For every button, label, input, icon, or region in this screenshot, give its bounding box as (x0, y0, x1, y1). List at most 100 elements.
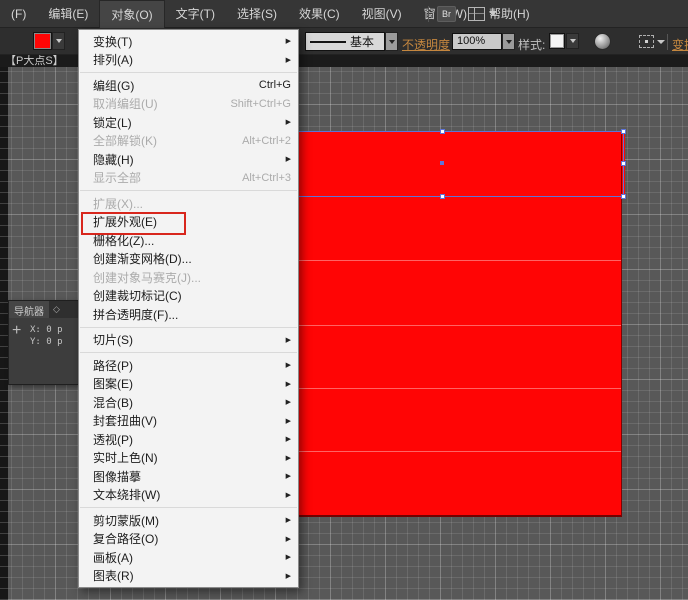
illustrator-window: (F) 编辑(E) 对象(O) 文字(T) 选择(S) 效果(C) 视图(V) … (0, 0, 688, 600)
document-setup-globe-icon[interactable] (594, 33, 611, 50)
menu-item[interactable]: 复合路径(O)▶ (79, 530, 298, 549)
style-swatch[interactable] (549, 33, 565, 49)
menu-item-label: 封套扭曲(V) (93, 412, 286, 429)
menu-item[interactable]: 图表(R)▶ (79, 567, 298, 586)
menu-item[interactable]: 剪切蒙版(M)▶ (79, 511, 298, 530)
bar-divider-line (296, 325, 621, 326)
menu-item[interactable]: 实时上色(N)▶ (79, 449, 298, 468)
selection-center-point[interactable] (440, 161, 444, 165)
document-tab[interactable]: 【P大点S】 (5, 55, 77, 67)
workspace-layout-icon[interactable] (468, 7, 485, 21)
menu-item[interactable]: 栅格化(Z)... (79, 231, 298, 250)
menu-item-label: 路径(P) (93, 357, 286, 374)
menu-item[interactable]: 画板(A)▶ (79, 548, 298, 567)
select-similar-caret-icon[interactable] (657, 40, 665, 44)
info-panel-body: + X: 0 p Y: 0 p (9, 318, 78, 384)
menu-item-label: 创建裁切标记(C) (93, 287, 291, 304)
menu-item-label: 图像描摹 (93, 468, 286, 485)
submenu-arrow-icon: ▶ (286, 553, 291, 561)
menu-item-label: 拼合透明度(F)... (93, 306, 291, 323)
menu-item[interactable]: 图案(E)▶ (79, 375, 298, 394)
menu-item-label: 变换(T) (93, 33, 286, 50)
selection-handle-bottom-center[interactable] (440, 194, 445, 199)
submenu-arrow-icon: ▶ (286, 380, 291, 388)
fill-color-dropdown[interactable] (52, 32, 65, 50)
left-edge-strip (0, 67, 8, 600)
brush-definition-label: 基本 (350, 33, 374, 50)
menu-separator (80, 507, 297, 508)
navigator-panel-header: 导航器 ◇ (9, 301, 78, 318)
transform-link[interactable]: 变换 (672, 36, 688, 53)
submenu-arrow-icon: ▶ (286, 336, 291, 344)
menu-item[interactable]: 文本绕排(W)▶ (79, 486, 298, 505)
selection-bottom-edge (296, 196, 625, 197)
panel-tab-icon[interactable]: ◇ (53, 304, 60, 315)
menubar: (F) 编辑(E) 对象(O) 文字(T) 选择(S) 效果(C) 视图(V) … (0, 0, 688, 28)
menu-item[interactable]: 排列(A)▶ (79, 51, 298, 70)
menu-item[interactable]: 封套扭曲(V)▶ (79, 412, 298, 431)
menu-item[interactable]: 路径(P)▶ (79, 356, 298, 375)
selection-handle-top-right[interactable] (621, 129, 626, 134)
menu-file[interactable]: (F) (0, 2, 37, 26)
menu-separator (80, 72, 297, 73)
menu-item[interactable]: 隐藏(H)▶ (79, 150, 298, 169)
opacity-dropdown-button[interactable] (502, 33, 515, 50)
select-similar-icon[interactable] (639, 35, 654, 48)
selection-handle-mid-right[interactable] (621, 161, 626, 166)
menu-view[interactable]: 视图(V) (351, 0, 413, 27)
menu-separator (80, 352, 297, 353)
menu-item-label: 实时上色(N) (93, 449, 286, 466)
submenu-arrow-icon: ▶ (286, 516, 291, 524)
menu-item[interactable]: 透视(P)▶ (79, 430, 298, 449)
caret-down-icon (389, 40, 395, 44)
selection-handle-top-center[interactable] (440, 129, 445, 134)
menu-item-label: 画板(A) (93, 549, 286, 566)
submenu-arrow-icon: ▶ (286, 472, 291, 480)
navigator-panel: 导航器 ◇ + X: 0 p Y: 0 p (8, 300, 79, 385)
menu-item-label: 文本绕排(W) (93, 486, 286, 503)
menu-item[interactable]: 图像描摹▶ (79, 467, 298, 486)
menu-item-label: 隐藏(H) (93, 151, 286, 168)
menu-item[interactable]: 创建渐变网格(D)... (79, 250, 298, 269)
opacity-value-field[interactable]: 100% (452, 33, 502, 50)
red-rectangle-artwork[interactable] (296, 131, 622, 517)
menu-item[interactable]: 混合(B)▶ (79, 393, 298, 412)
menu-item-label: 混合(B) (93, 394, 286, 411)
workspace-caret-icon[interactable] (489, 11, 497, 16)
menu-help[interactable]: 帮助(H) (478, 0, 541, 27)
style-dropdown-button[interactable] (566, 33, 579, 49)
menu-select[interactable]: 选择(S) (226, 0, 288, 27)
menu-item-label: 复合路径(O) (93, 530, 286, 547)
menu-item-shortcut: Ctrl+G (259, 79, 291, 91)
submenu-arrow-icon: ▶ (286, 417, 291, 425)
menu-edit[interactable]: 编辑(E) (37, 0, 99, 27)
brush-definition-dropdown[interactable]: 基本 (305, 32, 385, 51)
menu-item-label: 编组(G) (93, 77, 259, 94)
menu-item-label: 图表(R) (93, 567, 286, 584)
menu-item[interactable]: 切片(S)▶ (79, 331, 298, 350)
menu-item[interactable]: 创建裁切标记(C) (79, 287, 298, 306)
menu-item-shortcut: Alt+Ctrl+2 (242, 135, 291, 147)
tab-navigator[interactable]: 导航器 (9, 301, 49, 318)
menu-effect[interactable]: 效果(C) (288, 0, 351, 27)
menu-item-label: 剪切蒙版(M) (93, 512, 286, 529)
menu-item-label: 扩展(X)... (93, 195, 291, 212)
selection-handle-bottom-right[interactable] (621, 194, 626, 199)
opacity-link[interactable]: 不透明度 (402, 36, 450, 53)
menu-type[interactable]: 文字(T) (165, 0, 226, 27)
caret-down-icon (506, 40, 512, 44)
menu-item[interactable]: 编组(G)Ctrl+G (79, 76, 298, 95)
menu-item[interactable]: 扩展外观(E) (79, 213, 298, 232)
bridge-icon[interactable]: Br (437, 6, 456, 22)
submenu-arrow-icon: ▶ (286, 491, 291, 499)
submenu-arrow-icon: ▶ (286, 454, 291, 462)
menu-item[interactable]: 拼合透明度(F)... (79, 305, 298, 324)
menu-object[interactable]: 对象(O) (99, 0, 164, 28)
style-label: 样式: (518, 36, 545, 53)
brush-dropdown-button[interactable] (385, 32, 398, 51)
fill-color-swatch[interactable] (33, 32, 52, 50)
menu-item: 取消编组(U)Shift+Ctrl+G (79, 95, 298, 114)
menu-item[interactable]: 锁定(L)▶ (79, 113, 298, 132)
menu-item[interactable]: 变换(T)▶ (79, 32, 298, 51)
submenu-arrow-icon: ▶ (286, 535, 291, 543)
